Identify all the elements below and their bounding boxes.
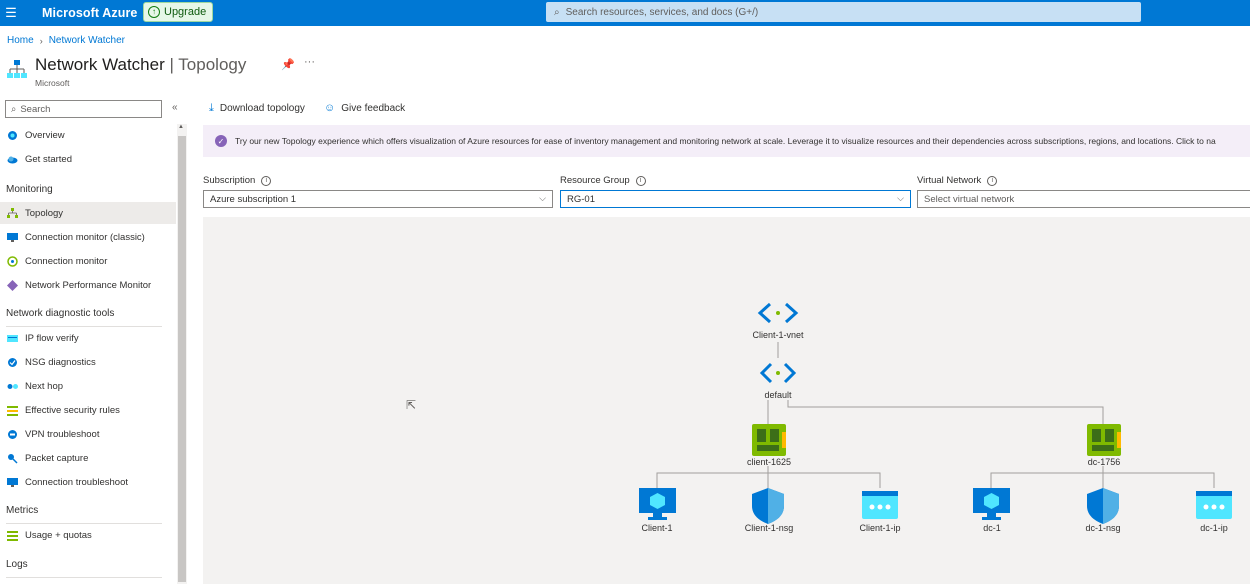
network-interface-icon[interactable] bbox=[752, 424, 786, 456]
ip-label: dc-1-ip bbox=[1200, 523, 1228, 533]
vnet-label: Client-1-vnet bbox=[752, 330, 804, 340]
vm-label: dc-1 bbox=[983, 523, 1001, 533]
subnet-label: default bbox=[764, 390, 792, 400]
subnet-icon[interactable] bbox=[759, 362, 797, 384]
public-ip-icon[interactable] bbox=[1196, 491, 1232, 519]
virtual-machine-icon[interactable] bbox=[639, 488, 676, 520]
mouse-cursor-icon: ⇱ bbox=[406, 398, 417, 412]
ip-label: Client-1-ip bbox=[859, 523, 901, 533]
nsg-label: dc-1-nsg bbox=[1085, 523, 1121, 533]
topology-diagram bbox=[639, 302, 1232, 524]
public-ip-icon[interactable] bbox=[862, 491, 898, 519]
nsg-shield-icon[interactable] bbox=[752, 488, 784, 524]
nic-label: dc-1756 bbox=[1087, 457, 1121, 467]
vm-label: Client-1 bbox=[641, 523, 673, 533]
nic-label: client-1625 bbox=[746, 457, 792, 467]
nsg-shield-icon[interactable] bbox=[1087, 488, 1119, 524]
virtual-machine-icon[interactable] bbox=[973, 488, 1010, 520]
network-interface-icon[interactable] bbox=[1087, 424, 1121, 456]
vnet-icon[interactable] bbox=[757, 302, 799, 324]
nsg-label: Client-1-nsg bbox=[744, 523, 794, 533]
